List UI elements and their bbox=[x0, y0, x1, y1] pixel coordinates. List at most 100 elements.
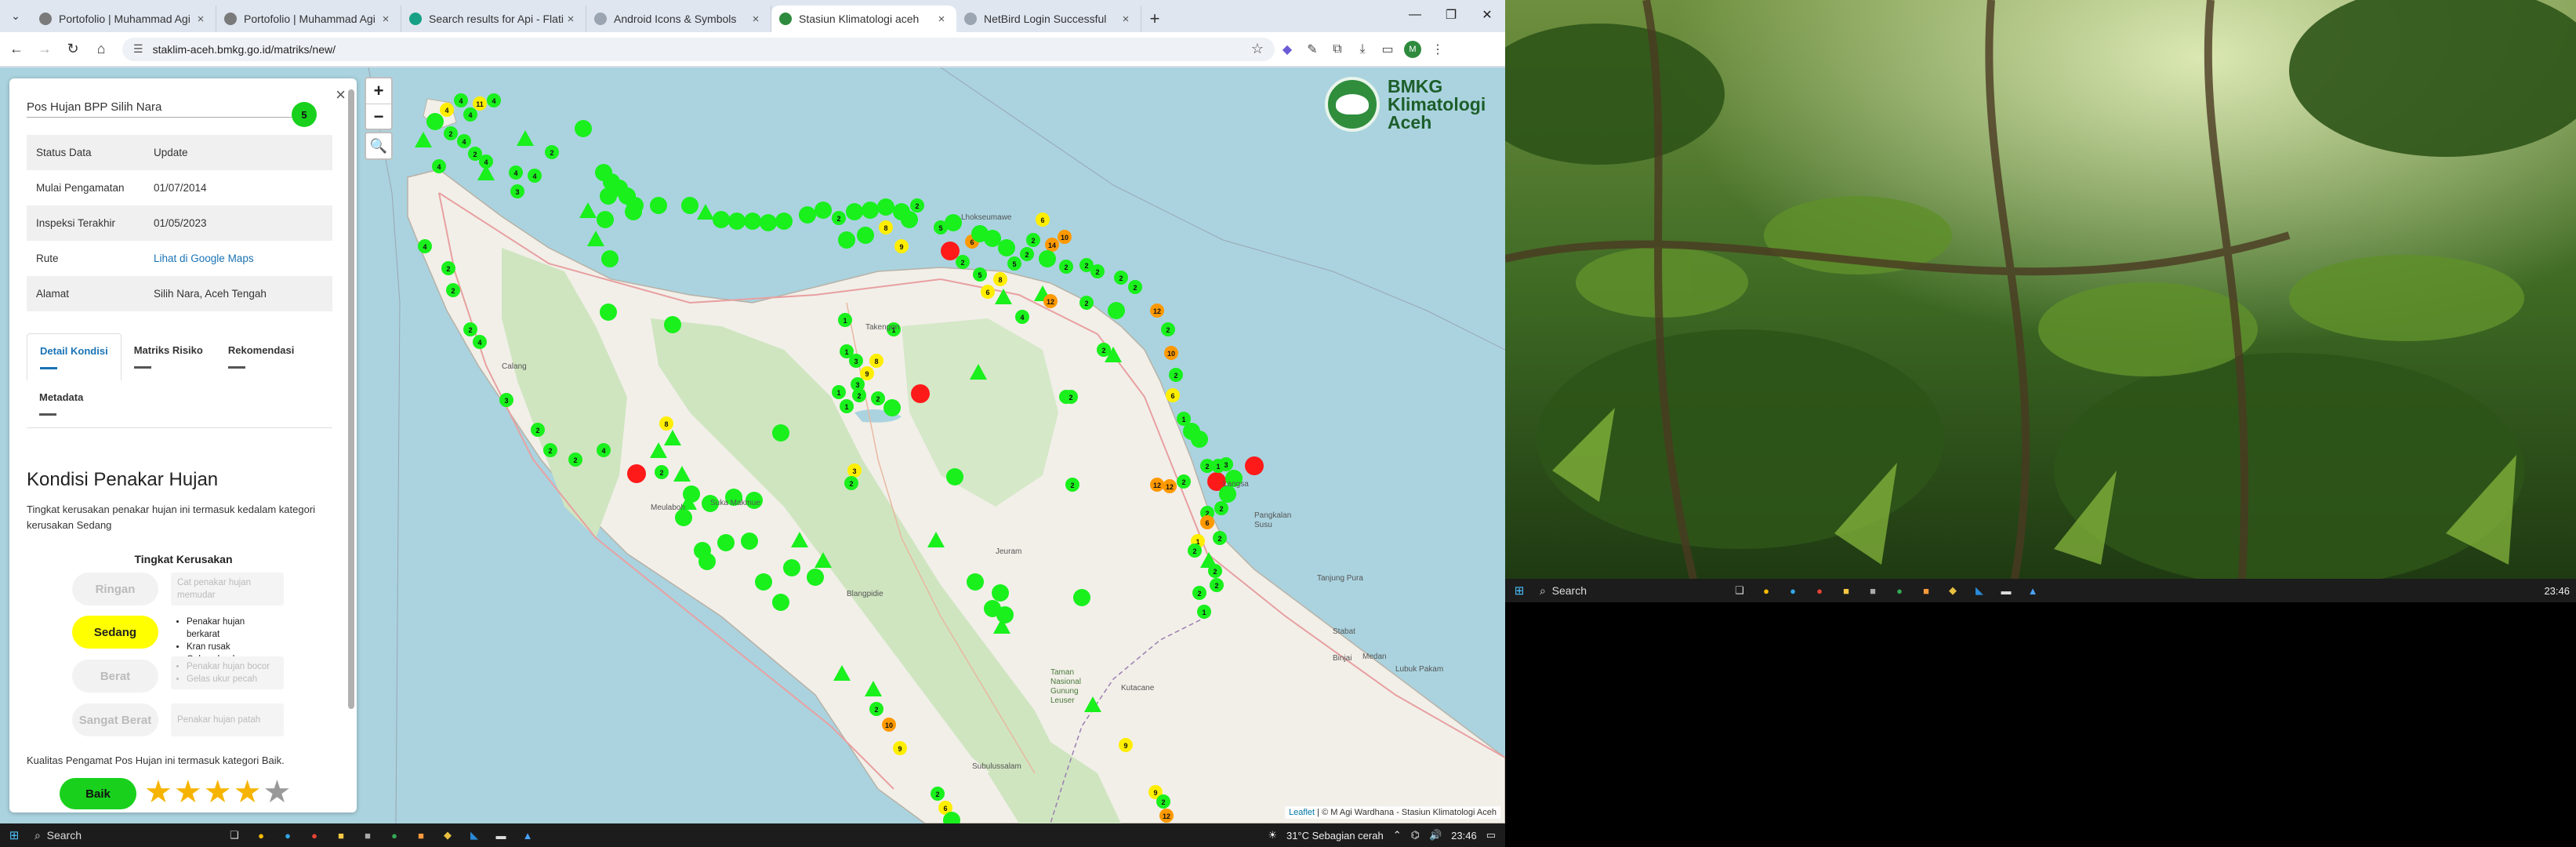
edge-icon[interactable]: ● bbox=[276, 826, 299, 845]
leaflet-link[interactable]: Leaflet bbox=[1289, 808, 1315, 817]
edge-icon[interactable]: ● bbox=[1781, 581, 1805, 600]
tab-close-icon[interactable]: × bbox=[194, 13, 208, 26]
station-marker-green[interactable] bbox=[713, 211, 730, 228]
notification-icon[interactable]: ▭ bbox=[1486, 829, 1496, 842]
app-icon[interactable]: ◆ bbox=[436, 826, 459, 845]
menu-icon[interactable]: ⋮ bbox=[1425, 38, 1450, 61]
close-window-icon[interactable]: ✕ bbox=[1469, 0, 1505, 30]
station-marker-green[interactable] bbox=[799, 206, 816, 224]
back-icon[interactable]: ← bbox=[5, 38, 28, 61]
station-marker-green[interactable] bbox=[760, 214, 777, 231]
clock[interactable]: 23:46 bbox=[1451, 830, 1477, 842]
station-marker-green[interactable] bbox=[883, 399, 901, 416]
station-marker-green[interactable] bbox=[728, 213, 746, 230]
panel-scrollbar[interactable] bbox=[348, 89, 354, 709]
station-marker-green[interactable] bbox=[996, 606, 1014, 623]
station-marker-green[interactable] bbox=[807, 569, 824, 586]
chrome-icon[interactable]: ● bbox=[249, 826, 273, 845]
app-icon[interactable]: ▬ bbox=[1994, 581, 2018, 600]
station-marker-green[interactable] bbox=[650, 197, 667, 214]
browser-tab[interactable]: Stasiun Klimatologi aceh × bbox=[771, 5, 956, 32]
station-marker-green[interactable] bbox=[945, 214, 962, 231]
station-marker-green[interactable] bbox=[992, 584, 1009, 602]
forward-icon[interactable]: → bbox=[33, 38, 56, 61]
station-marker-green[interactable] bbox=[772, 594, 789, 611]
station-marker-green[interactable] bbox=[755, 573, 772, 591]
station-marker-green[interactable] bbox=[1039, 250, 1056, 267]
station-marker-green[interactable] bbox=[862, 202, 879, 219]
address-bar[interactable]: ☰ staklim-aceh.bmkg.go.id/matriks/new/ ☆ bbox=[122, 37, 1275, 61]
station-marker-green[interactable] bbox=[698, 553, 716, 570]
browser-tab[interactable]: Search results for Api - Flaticon× bbox=[401, 5, 586, 32]
app-icon[interactable]: ■ bbox=[356, 826, 379, 845]
station-marker-green[interactable] bbox=[744, 213, 761, 230]
station-marker-green[interactable] bbox=[967, 573, 984, 591]
volume-icon[interactable]: 🔊 bbox=[1429, 829, 1442, 842]
sidepanel-icon[interactable]: ▭ bbox=[1375, 38, 1400, 61]
chrome-icon[interactable]: ● bbox=[1808, 581, 1831, 600]
browser-tab[interactable]: NetBird Login Successful × bbox=[956, 5, 1141, 32]
station-marker-green[interactable] bbox=[587, 231, 604, 246]
close-panel-icon[interactable]: × bbox=[336, 85, 346, 105]
vscode-icon[interactable]: ◣ bbox=[1968, 581, 1991, 600]
restore-icon[interactable]: ❐ bbox=[1433, 0, 1469, 30]
station-marker-green[interactable] bbox=[601, 250, 619, 267]
new-tab-button[interactable]: + bbox=[1141, 5, 1168, 32]
station-marker-green[interactable] bbox=[857, 227, 874, 244]
station-marker-red[interactable] bbox=[627, 464, 646, 483]
network-icon[interactable]: ⌬ bbox=[1411, 829, 1420, 842]
station-marker-red[interactable] bbox=[1245, 456, 1264, 475]
tab-close-icon[interactable]: × bbox=[379, 13, 393, 26]
vscode-icon[interactable]: ◣ bbox=[463, 826, 486, 845]
station-marker-green[interactable] bbox=[477, 165, 495, 180]
station-marker-green[interactable] bbox=[998, 239, 1015, 256]
station-marker-green[interactable] bbox=[625, 203, 642, 220]
app-icon[interactable]: ■ bbox=[1861, 581, 1885, 600]
station-marker-green[interactable] bbox=[717, 534, 735, 551]
profile-avatar[interactable]: M bbox=[1400, 38, 1425, 61]
station-marker-green[interactable] bbox=[772, 424, 789, 442]
tab-close-icon[interactable]: × bbox=[1119, 13, 1133, 26]
reload-icon[interactable]: ↻ bbox=[61, 38, 85, 61]
browser-tab[interactable]: Android Icons & Symbols × bbox=[586, 5, 771, 32]
station-marker-green[interactable] bbox=[517, 130, 534, 146]
windows-start-icon[interactable]: ⊞ bbox=[0, 828, 28, 842]
station-marker-green[interactable] bbox=[815, 202, 832, 219]
file-explorer-icon[interactable]: ■ bbox=[329, 826, 353, 845]
zoom-in-button[interactable]: + bbox=[366, 78, 391, 104]
minimize-icon[interactable]: — bbox=[1397, 0, 1433, 30]
tab-matriks-risiko[interactable]: Matriks Risiko bbox=[122, 333, 216, 380]
station-marker-green[interactable] bbox=[1191, 431, 1208, 448]
station-marker-green[interactable] bbox=[741, 533, 758, 550]
station-marker-green[interactable] bbox=[600, 187, 617, 205]
station-marker-green[interactable] bbox=[415, 132, 432, 147]
station-marker-green[interactable] bbox=[783, 559, 800, 576]
station-marker-green[interactable] bbox=[838, 231, 855, 249]
station-marker-green[interactable] bbox=[946, 468, 963, 485]
taskbar-search[interactable]: ⌕ Search bbox=[28, 823, 216, 847]
clock[interactable]: 23:46 bbox=[2544, 585, 2570, 597]
station-marker-green[interactable] bbox=[846, 203, 863, 220]
google-maps-link[interactable]: Lihat di Google Maps bbox=[154, 253, 254, 264]
tab-rekomendasi[interactable]: Rekomendasi bbox=[216, 333, 307, 380]
station-marker-green[interactable] bbox=[575, 120, 592, 137]
station-marker-green[interactable] bbox=[901, 211, 918, 228]
station-marker-red[interactable] bbox=[941, 242, 960, 260]
chrome-icon[interactable]: ● bbox=[383, 826, 406, 845]
station-marker-green[interactable] bbox=[600, 304, 617, 321]
windows-start-icon[interactable]: ⊞ bbox=[1505, 583, 1533, 598]
home-icon[interactable]: ⌂ bbox=[89, 38, 113, 61]
browser-tab[interactable]: Portofolio | Muhammad Agi Wa× bbox=[216, 5, 401, 32]
station-marker-green[interactable] bbox=[597, 211, 614, 228]
station-marker-green[interactable] bbox=[1073, 589, 1090, 606]
tab-detail-kondisi[interactable]: Detail Kondisi bbox=[27, 333, 122, 380]
app-icon[interactable]: ▲ bbox=[2021, 581, 2044, 600]
station-marker-green[interactable] bbox=[697, 204, 714, 220]
browser-tab[interactable]: Portofolio | Muhammad Agi Wa× bbox=[31, 5, 216, 32]
app-icon[interactable]: ▬ bbox=[489, 826, 513, 845]
tab-close-icon[interactable]: × bbox=[749, 13, 763, 26]
tray-chevron-icon[interactable]: ⌃ bbox=[1393, 829, 1402, 842]
app-icon[interactable]: ▲ bbox=[516, 826, 539, 845]
task-view-icon[interactable]: ❏ bbox=[223, 826, 246, 845]
chrome-icon[interactable]: ● bbox=[303, 826, 326, 845]
